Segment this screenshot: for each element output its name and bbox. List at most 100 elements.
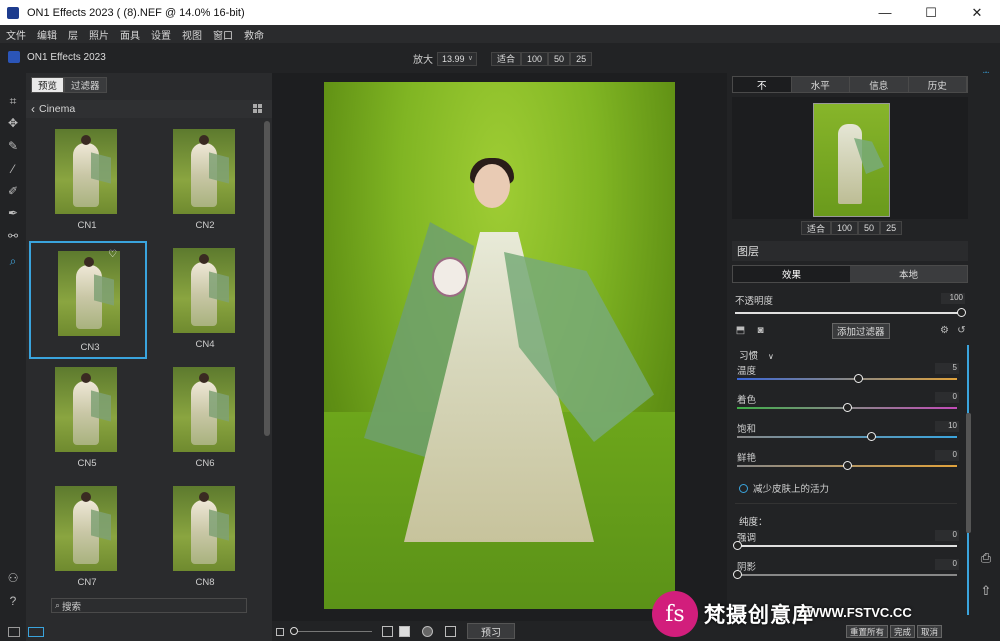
menu-photo[interactable]: 照片 [89, 27, 109, 42]
zoom-50-button[interactable]: 50 [548, 51, 571, 66]
slider-value[interactable]: 0 [935, 559, 959, 570]
slider-track[interactable] [737, 378, 957, 380]
menu-file[interactable]: 文件 [6, 27, 26, 42]
share-icon[interactable]: ⇧ [978, 583, 994, 599]
tab-navigator[interactable]: 不 [733, 77, 792, 92]
brush-icon[interactable]: ✎ [5, 138, 21, 154]
thumbnail-cn4[interactable]: CN4 [146, 240, 264, 358]
thumbnail-cn3[interactable]: ♡ CN3 [29, 241, 147, 359]
thumbnail-cn1[interactable]: CN1 [28, 121, 146, 239]
menu-edit[interactable]: 编辑 [37, 27, 57, 42]
thumbnail-cn6[interactable]: CN6 [146, 359, 264, 477]
slider-value[interactable]: 5 [935, 363, 959, 374]
zoom-100-button[interactable]: 100 [521, 51, 549, 66]
magic-wand-icon[interactable]: ⁄ [5, 161, 21, 177]
slider-knob[interactable] [733, 541, 742, 550]
slider-knob[interactable] [843, 461, 852, 470]
compare-view-icon[interactable] [28, 627, 44, 637]
move-icon[interactable]: ✥ [5, 115, 21, 131]
slider-vibrance[interactable]: 鲜艳 0 [735, 450, 959, 474]
slider-value[interactable]: 0 [935, 392, 959, 403]
filter-section-header[interactable]: 习惯 ∨ [739, 348, 774, 362]
nav-25-button[interactable]: 25 [880, 221, 903, 235]
slider-value[interactable]: 0 [935, 450, 959, 461]
fit-icon[interactable] [276, 628, 284, 636]
retouch-icon[interactable]: ⚯ [5, 228, 21, 244]
zoom-25-button[interactable]: 25 [570, 51, 593, 66]
before-after-icon[interactable] [382, 626, 393, 637]
thumbnail-cn7[interactable]: CN7 [28, 478, 146, 596]
opacity-slider[interactable] [735, 312, 963, 314]
nav-fit-button[interactable]: 适合 [801, 221, 832, 235]
user-icon[interactable]: ⚇ [5, 570, 21, 586]
tab-local[interactable]: 本地 [850, 266, 967, 282]
tab-effects[interactable]: 效果 [733, 266, 850, 282]
single-view-icon[interactable] [8, 627, 20, 637]
mask-view-icon[interactable] [399, 626, 410, 637]
tab-filters[interactable]: 过滤器 [64, 77, 107, 93]
close-icon[interactable]: ✕ [954, 0, 1000, 25]
save-preset-icon[interactable]: ⬒ [735, 325, 746, 336]
menu-settings[interactable]: 设置 [151, 27, 171, 42]
photo-canvas[interactable] [272, 73, 727, 621]
preview-button[interactable]: 预习 [467, 623, 515, 639]
zoom-slider-knob[interactable] [290, 627, 298, 635]
maximize-icon[interactable]: ☐ [908, 0, 954, 25]
nav-100-button[interactable]: 100 [831, 221, 859, 235]
slider-knob[interactable] [867, 432, 877, 441]
nav-50-button[interactable]: 50 [858, 221, 881, 235]
pen-icon[interactable]: ✒ [5, 205, 21, 221]
menu-view[interactable]: 视图 [182, 27, 202, 42]
menu-layer[interactable]: 层 [68, 27, 78, 42]
add-filter-button[interactable]: 添加过滤器 [832, 323, 890, 339]
slider-knob[interactable] [854, 374, 863, 383]
menu-window[interactable]: 窗口 [213, 27, 233, 42]
zoom-slider[interactable] [292, 631, 372, 632]
compare-icon[interactable] [445, 626, 456, 637]
settings-icon[interactable]: ⚙ [939, 325, 950, 336]
slider-track[interactable] [737, 545, 957, 547]
reduce-skin-vibrance-option[interactable]: 减少皮肤上的活力 [739, 481, 829, 495]
zoom-fit-button[interactable]: 适合 [491, 51, 522, 66]
slider-temperature[interactable]: 温度 5 [735, 363, 959, 387]
search-input[interactable]: ⌕ 搜索 [51, 598, 247, 613]
print-icon[interactable]: ⎙ [978, 550, 994, 566]
breadcrumb[interactable]: ‹ Cinema [26, 100, 272, 118]
zoom-select[interactable]: 13.99 ∨ [437, 51, 477, 66]
slider-tint[interactable]: 着色 0 [735, 392, 959, 416]
grid-view-icon[interactable] [253, 104, 262, 113]
opacity-slider-knob[interactable] [957, 308, 966, 317]
chevron-left-icon[interactable]: ‹ [31, 102, 35, 116]
thumbnail-cn5[interactable]: CN5 [28, 359, 146, 477]
minimize-icon[interactable]: — [862, 0, 908, 25]
slider-track[interactable] [737, 574, 957, 576]
slider-track[interactable] [737, 436, 957, 438]
slider-shadows[interactable]: 阴影 0 [733, 559, 959, 583]
filter-scrollbar[interactable] [966, 413, 971, 533]
radio-icon[interactable] [739, 483, 748, 493]
menu-help[interactable]: 救命 [244, 27, 264, 42]
tab-info[interactable]: 信息 [850, 77, 909, 92]
favorite-heart-icon[interactable]: ♡ [108, 249, 117, 260]
mask-brush-icon[interactable]: ✐ [5, 183, 21, 199]
circle-mask-icon[interactable] [422, 626, 433, 637]
help-icon[interactable]: ? [5, 593, 21, 609]
crop-icon[interactable]: ⌗ [5, 93, 21, 109]
opacity-value[interactable]: 100 [941, 293, 965, 304]
menu-mask[interactable]: 面具 [120, 27, 140, 42]
zoom-hand-icon[interactable]: ⌕ [5, 253, 21, 269]
thumbnail-cn8[interactable]: CN8 [146, 478, 264, 596]
slider-value[interactable]: 10 [935, 421, 959, 432]
slider-value[interactable]: 0 [935, 530, 959, 541]
slider-knob[interactable] [843, 403, 852, 412]
tab-history[interactable]: 历史 [908, 77, 967, 92]
slider-knob[interactable] [733, 570, 742, 579]
thumbnail-cn2[interactable]: CN2 [146, 121, 264, 239]
slider-saturation[interactable]: 饱和 10 [735, 421, 959, 445]
layers-header[interactable]: 图层 [732, 241, 968, 261]
reset-icon[interactable]: ↺ [956, 325, 967, 336]
slider-highlights[interactable]: 强调 0 [733, 530, 959, 554]
mask-icon[interactable]: ◙ [755, 325, 766, 336]
tab-levels[interactable]: 水平 [791, 77, 850, 92]
navigator[interactable] [732, 97, 968, 219]
